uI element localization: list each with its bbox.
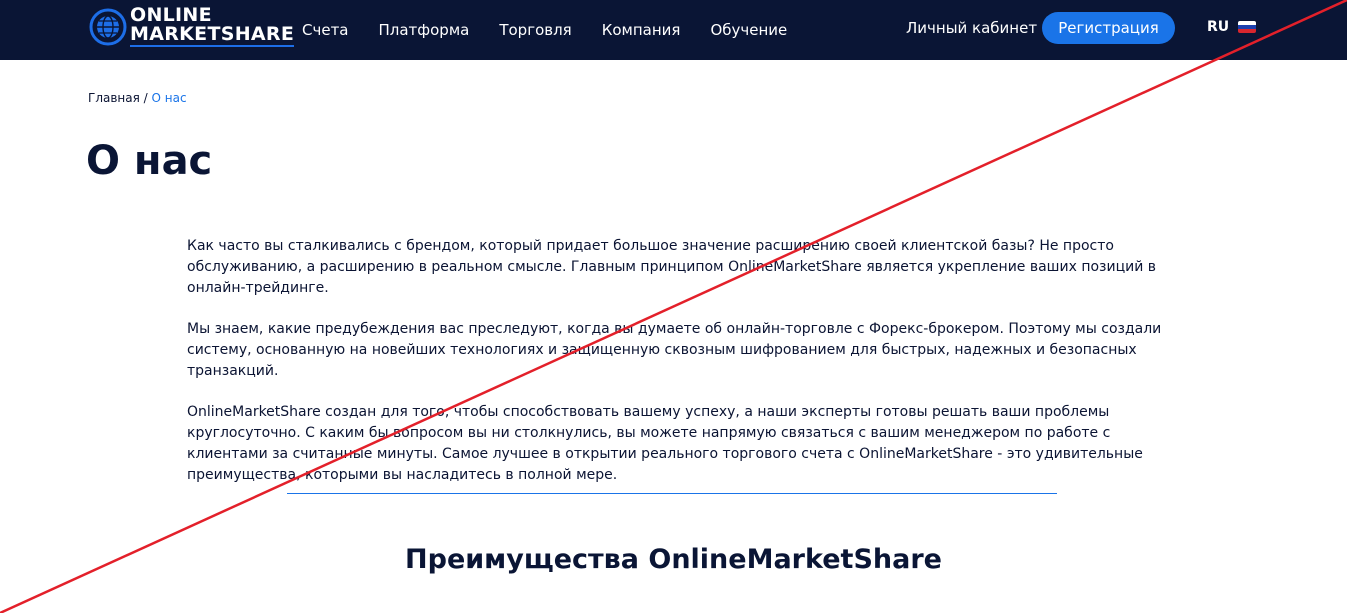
section-divider xyxy=(287,493,1057,494)
personal-cabinet-link[interactable]: Личный кабинет xyxy=(906,19,1037,37)
site-header: ONLINE MARKETSHARE Счета Платформа Торго… xyxy=(0,0,1347,60)
nav-item-education[interactable]: Обучение xyxy=(710,21,787,39)
site-logo[interactable]: ONLINE MARKETSHARE xyxy=(88,6,295,47)
main-nav: Счета Платформа Торговля Компания Обучен… xyxy=(302,0,817,60)
about-paragraph-1: Как часто вы сталкивались с брендом, кот… xyxy=(187,238,1157,296)
about-paragraph-3: OnlineMarketShare создан для того, чтобы… xyxy=(187,404,1143,483)
register-button[interactable]: Регистрация xyxy=(1042,12,1175,44)
language-selector[interactable]: RU xyxy=(1207,19,1257,35)
language-label: RU xyxy=(1207,19,1230,35)
breadcrumb-home[interactable]: Главная xyxy=(88,91,140,105)
breadcrumb-current: О нас xyxy=(151,91,187,105)
breadcrumb-separator: / xyxy=(139,91,152,105)
nav-item-trading[interactable]: Торговля xyxy=(499,21,571,39)
about-content: Как часто вы сталкивались с брендом, кот… xyxy=(187,236,1167,506)
about-paragraph-2: Мы знаем, какие предубеждения вас пресле… xyxy=(187,321,1162,379)
nav-item-accounts[interactable]: Счета xyxy=(302,21,349,39)
logo-text: ONLINE MARKETSHARE xyxy=(130,6,295,47)
russia-flag-icon xyxy=(1238,21,1257,33)
nav-item-platform[interactable]: Платформа xyxy=(379,21,470,39)
nav-item-company[interactable]: Компания xyxy=(602,21,681,39)
page-title: О нас xyxy=(86,138,213,184)
advantages-title: Преимущества OnlineMarketShare xyxy=(405,544,942,575)
breadcrumb: Главная / О нас xyxy=(88,91,187,105)
logo-line-2: MARKETSHARE xyxy=(130,23,295,47)
globe-logo-icon xyxy=(89,8,127,45)
